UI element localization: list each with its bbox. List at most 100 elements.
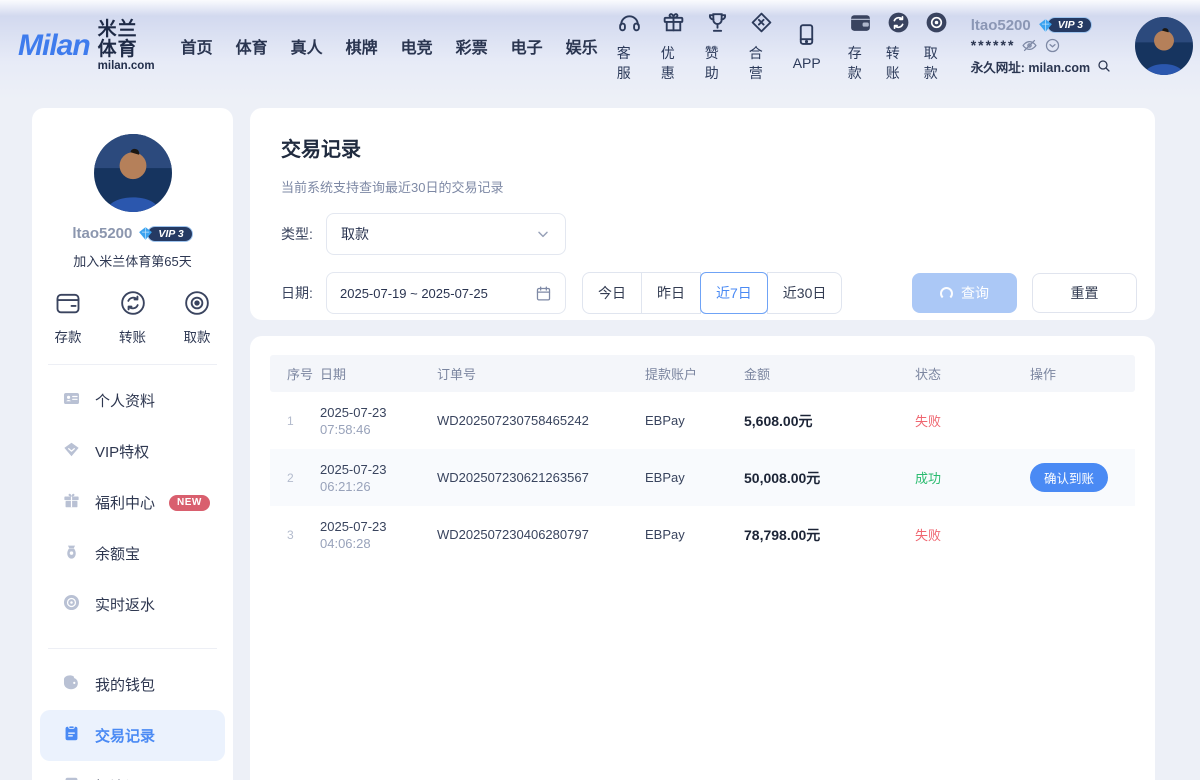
partner-label: 合营: [749, 43, 774, 83]
reset-button[interactable]: 重置: [1032, 273, 1137, 313]
filter-actions: 查询 重置: [912, 273, 1137, 313]
sidebar-item-label: 交易记录: [95, 725, 155, 746]
transfer-label: 转账: [886, 43, 911, 83]
page-title: 交易记录: [281, 133, 1137, 162]
headset-icon: [617, 10, 642, 38]
row-index: 1: [287, 414, 320, 428]
service-link[interactable]: 客服: [617, 10, 642, 83]
promo-label: 优惠: [661, 43, 686, 83]
brand-logo[interactable]: Milan 米兰体育 milan.com: [18, 20, 155, 72]
bet-doc-icon: [62, 775, 81, 780]
withdraw-icon: [924, 10, 949, 38]
wallet-icon: [62, 673, 81, 696]
date-filter-row: 日期: 2025-07-19 ~ 2025-07-25 今日 昨日 近7日 近3…: [281, 272, 1137, 314]
row-time: 06:21:26: [320, 479, 437, 494]
range-30days-button[interactable]: 近30日: [767, 272, 843, 314]
nav-item-entertainment[interactable]: 娱乐: [566, 34, 598, 58]
nav-item-lottery[interactable]: 彩票: [456, 34, 488, 58]
nav-item-sports[interactable]: 体育: [236, 34, 268, 58]
app-link[interactable]: APP: [793, 22, 821, 71]
table-row: 3 2025-07-23 04:06:28 WD2025072304062807…: [270, 506, 1135, 563]
avatar-image-icon: [94, 134, 172, 212]
deposit-link[interactable]: 存款: [848, 10, 873, 83]
withdraw-link[interactable]: 取款: [924, 10, 949, 83]
sidebar-transfer-label: 转账: [119, 326, 146, 346]
col-amount: 金额: [744, 364, 915, 383]
col-index: 序号: [287, 364, 320, 383]
loading-spinner-icon: [940, 287, 953, 300]
money-bag-icon: [62, 542, 81, 565]
vip-badge[interactable]: VIP 3: [1037, 17, 1092, 34]
main-nav: 首页 体育 真人 棋牌 电竞 彩票 电子 娱乐: [181, 34, 598, 58]
brand-name-cn: 米兰体育: [98, 20, 155, 60]
range-today-button[interactable]: 今日: [582, 272, 642, 314]
partner-link[interactable]: 合营: [749, 10, 774, 83]
range-yesterday-button[interactable]: 昨日: [641, 272, 701, 314]
type-label: 类型:: [281, 224, 326, 244]
confirm-received-button[interactable]: 确认到账: [1030, 463, 1108, 492]
masked-balance: ******: [971, 37, 1016, 53]
magnifier-icon[interactable]: [1096, 58, 1113, 75]
nav-item-slots[interactable]: 电子: [511, 34, 543, 58]
table-header: 序号 日期 订单号 提款账户 金额 状态 操作: [270, 355, 1135, 392]
row-account: EBPay: [645, 413, 744, 428]
top-header: Milan 米兰体育 milan.com 首页 体育 真人 棋牌 电竞 彩票 电…: [0, 0, 1200, 100]
sidebar-item-transactions[interactable]: 交易记录: [40, 710, 225, 761]
sidebar-deposit-label: 存款: [55, 326, 82, 346]
sidebar-item-label: 个人资料: [95, 390, 155, 411]
row-index: 3: [287, 528, 320, 542]
sidebar-avatar[interactable]: [94, 134, 172, 212]
type-select[interactable]: 取款: [326, 213, 566, 255]
sidebar-item-rebate[interactable]: 实时返水: [40, 579, 225, 630]
trophy-icon: [705, 10, 730, 38]
sidebar-vip-badge[interactable]: VIP 3: [137, 225, 192, 242]
nav-item-live[interactable]: 真人: [291, 34, 323, 58]
date-range-input[interactable]: 2025-07-19 ~ 2025-07-25: [326, 272, 566, 314]
sidebar-item-label: 福利中心: [95, 492, 155, 513]
query-button[interactable]: 查询: [912, 273, 1017, 313]
sidebar-item-my-wallet[interactable]: 我的钱包: [40, 659, 225, 710]
row-date: 2025-07-23: [320, 462, 437, 477]
nav-item-cards[interactable]: 棋牌: [346, 34, 378, 58]
promo-link[interactable]: 优惠: [661, 10, 686, 83]
divider: [48, 648, 217, 649]
sponsor-link[interactable]: 赞助: [705, 10, 730, 83]
range-7days-button[interactable]: 近7日: [700, 272, 768, 314]
header-avatar[interactable]: [1135, 17, 1193, 75]
transfer-icon: [119, 289, 147, 320]
sidebar-item-welfare[interactable]: 福利中心 NEW: [40, 477, 225, 528]
sidebar-item-label: 投注记录: [95, 776, 155, 780]
refresh-balance-icon[interactable]: [1044, 37, 1061, 54]
sidebar-withdraw-button[interactable]: 取款: [183, 289, 211, 346]
page: Milan 米兰体育 milan.com 首页 体育 真人 棋牌 电竞 彩票 电…: [0, 0, 1200, 780]
username[interactable]: ltao5200: [971, 17, 1031, 34]
diamond-icon: [62, 440, 81, 463]
sponsor-label: 赞助: [705, 43, 730, 83]
records-panel: 序号 日期 订单号 提款账户 金额 状态 操作 1 2025-07-23 07:…: [250, 336, 1155, 780]
page-subtitle: 当前系统支持查询最近30日的交易记录: [281, 177, 1137, 196]
row-order-no: WD202507230758465242: [437, 413, 645, 428]
row-amount: 78,798.00元: [744, 525, 915, 545]
sidebar-item-yuebao[interactable]: 余额宝: [40, 528, 225, 579]
sidebar-item-label: VIP特权: [95, 441, 149, 462]
sidebar-item-bets[interactable]: 投注记录: [40, 761, 225, 780]
sidebar-deposit-button[interactable]: 存款: [54, 289, 82, 346]
sidebar-item-vip[interactable]: VIP特权: [40, 426, 225, 477]
row-status: 成功: [915, 468, 1030, 487]
transfer-link[interactable]: 转账: [886, 10, 911, 83]
nav-item-home[interactable]: 首页: [181, 34, 213, 58]
filter-panel: 交易记录 当前系统支持查询最近30日的交易记录 类型: 取款 日期: 2025-…: [250, 108, 1155, 320]
joined-days-label: 加入米兰体育第65天: [32, 251, 233, 270]
row-order-no: WD202507230406280797: [437, 527, 645, 542]
vip-diamond-icon: [137, 225, 154, 242]
row-amount: 50,008.00元: [744, 468, 915, 488]
sidebar-transfer-button[interactable]: 转账: [119, 289, 147, 346]
sidebar-item-profile[interactable]: 个人资料: [40, 375, 225, 426]
deposit-label: 存款: [848, 43, 873, 83]
eye-off-icon[interactable]: [1021, 37, 1038, 54]
handshake-icon: [749, 10, 774, 38]
brand-script-logo: Milan: [18, 29, 90, 63]
nav-item-esports[interactable]: 电竞: [401, 34, 433, 58]
sidebar-quick-actions: 存款 转账 取款: [32, 289, 233, 346]
calendar-icon: [535, 285, 552, 302]
